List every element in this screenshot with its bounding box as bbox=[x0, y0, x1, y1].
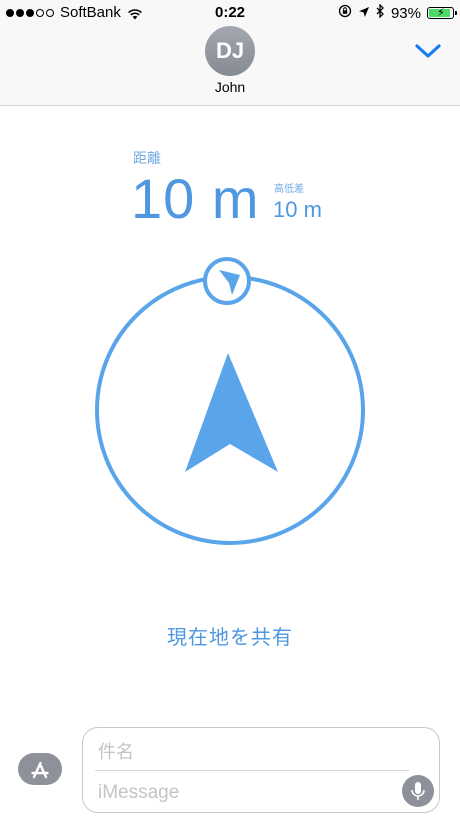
charging-bolt-icon: ⚡ bbox=[437, 7, 445, 19]
heading-indicator bbox=[203, 257, 251, 305]
conversation-header: DJ John bbox=[0, 26, 460, 106]
carrier-name: SoftBank bbox=[60, 4, 121, 21]
compass bbox=[95, 257, 365, 545]
divider bbox=[95, 770, 409, 771]
subject-input[interactable]: 件名 bbox=[98, 738, 134, 764]
altitude-label: 高低差 bbox=[274, 184, 304, 195]
avatar[interactable]: DJ bbox=[205, 26, 255, 76]
location-arrow-icon bbox=[358, 5, 370, 22]
app-store-button[interactable] bbox=[18, 753, 62, 785]
contact-name[interactable]: John bbox=[0, 79, 460, 95]
bluetooth-icon bbox=[376, 3, 385, 22]
app-store-icon bbox=[31, 761, 49, 779]
message-compose-box[interactable]: 件名 iMessage bbox=[82, 727, 440, 813]
battery-icon: ⚡ bbox=[427, 7, 457, 19]
collapse-button[interactable] bbox=[414, 40, 442, 62]
share-location-button[interactable]: 現在地を共有 bbox=[0, 621, 460, 650]
status-bar: SoftBank 0:22 93% ⚡ bbox=[0, 0, 460, 26]
distance-value: 10 m bbox=[131, 167, 260, 230]
rotation-lock-icon bbox=[338, 4, 352, 22]
battery-percentage: 93% bbox=[390, 4, 421, 22]
status-left: SoftBank bbox=[6, 4, 143, 21]
altitude-value: 10 m bbox=[273, 197, 322, 222]
status-right: 93% ⚡ bbox=[338, 3, 457, 22]
wifi-icon bbox=[127, 7, 143, 19]
microphone-button[interactable] bbox=[402, 775, 434, 807]
chevron-down-icon bbox=[415, 44, 441, 58]
microphone-icon bbox=[411, 782, 425, 800]
message-input[interactable]: iMessage bbox=[98, 782, 179, 804]
distance-label: 距離 bbox=[133, 150, 161, 166]
screen: SoftBank 0:22 93% ⚡ DJ John 距離 10 m 高低差 … bbox=[0, 0, 460, 818]
direction-arrow-icon bbox=[185, 353, 278, 472]
signal-strength-icon bbox=[6, 8, 54, 17]
